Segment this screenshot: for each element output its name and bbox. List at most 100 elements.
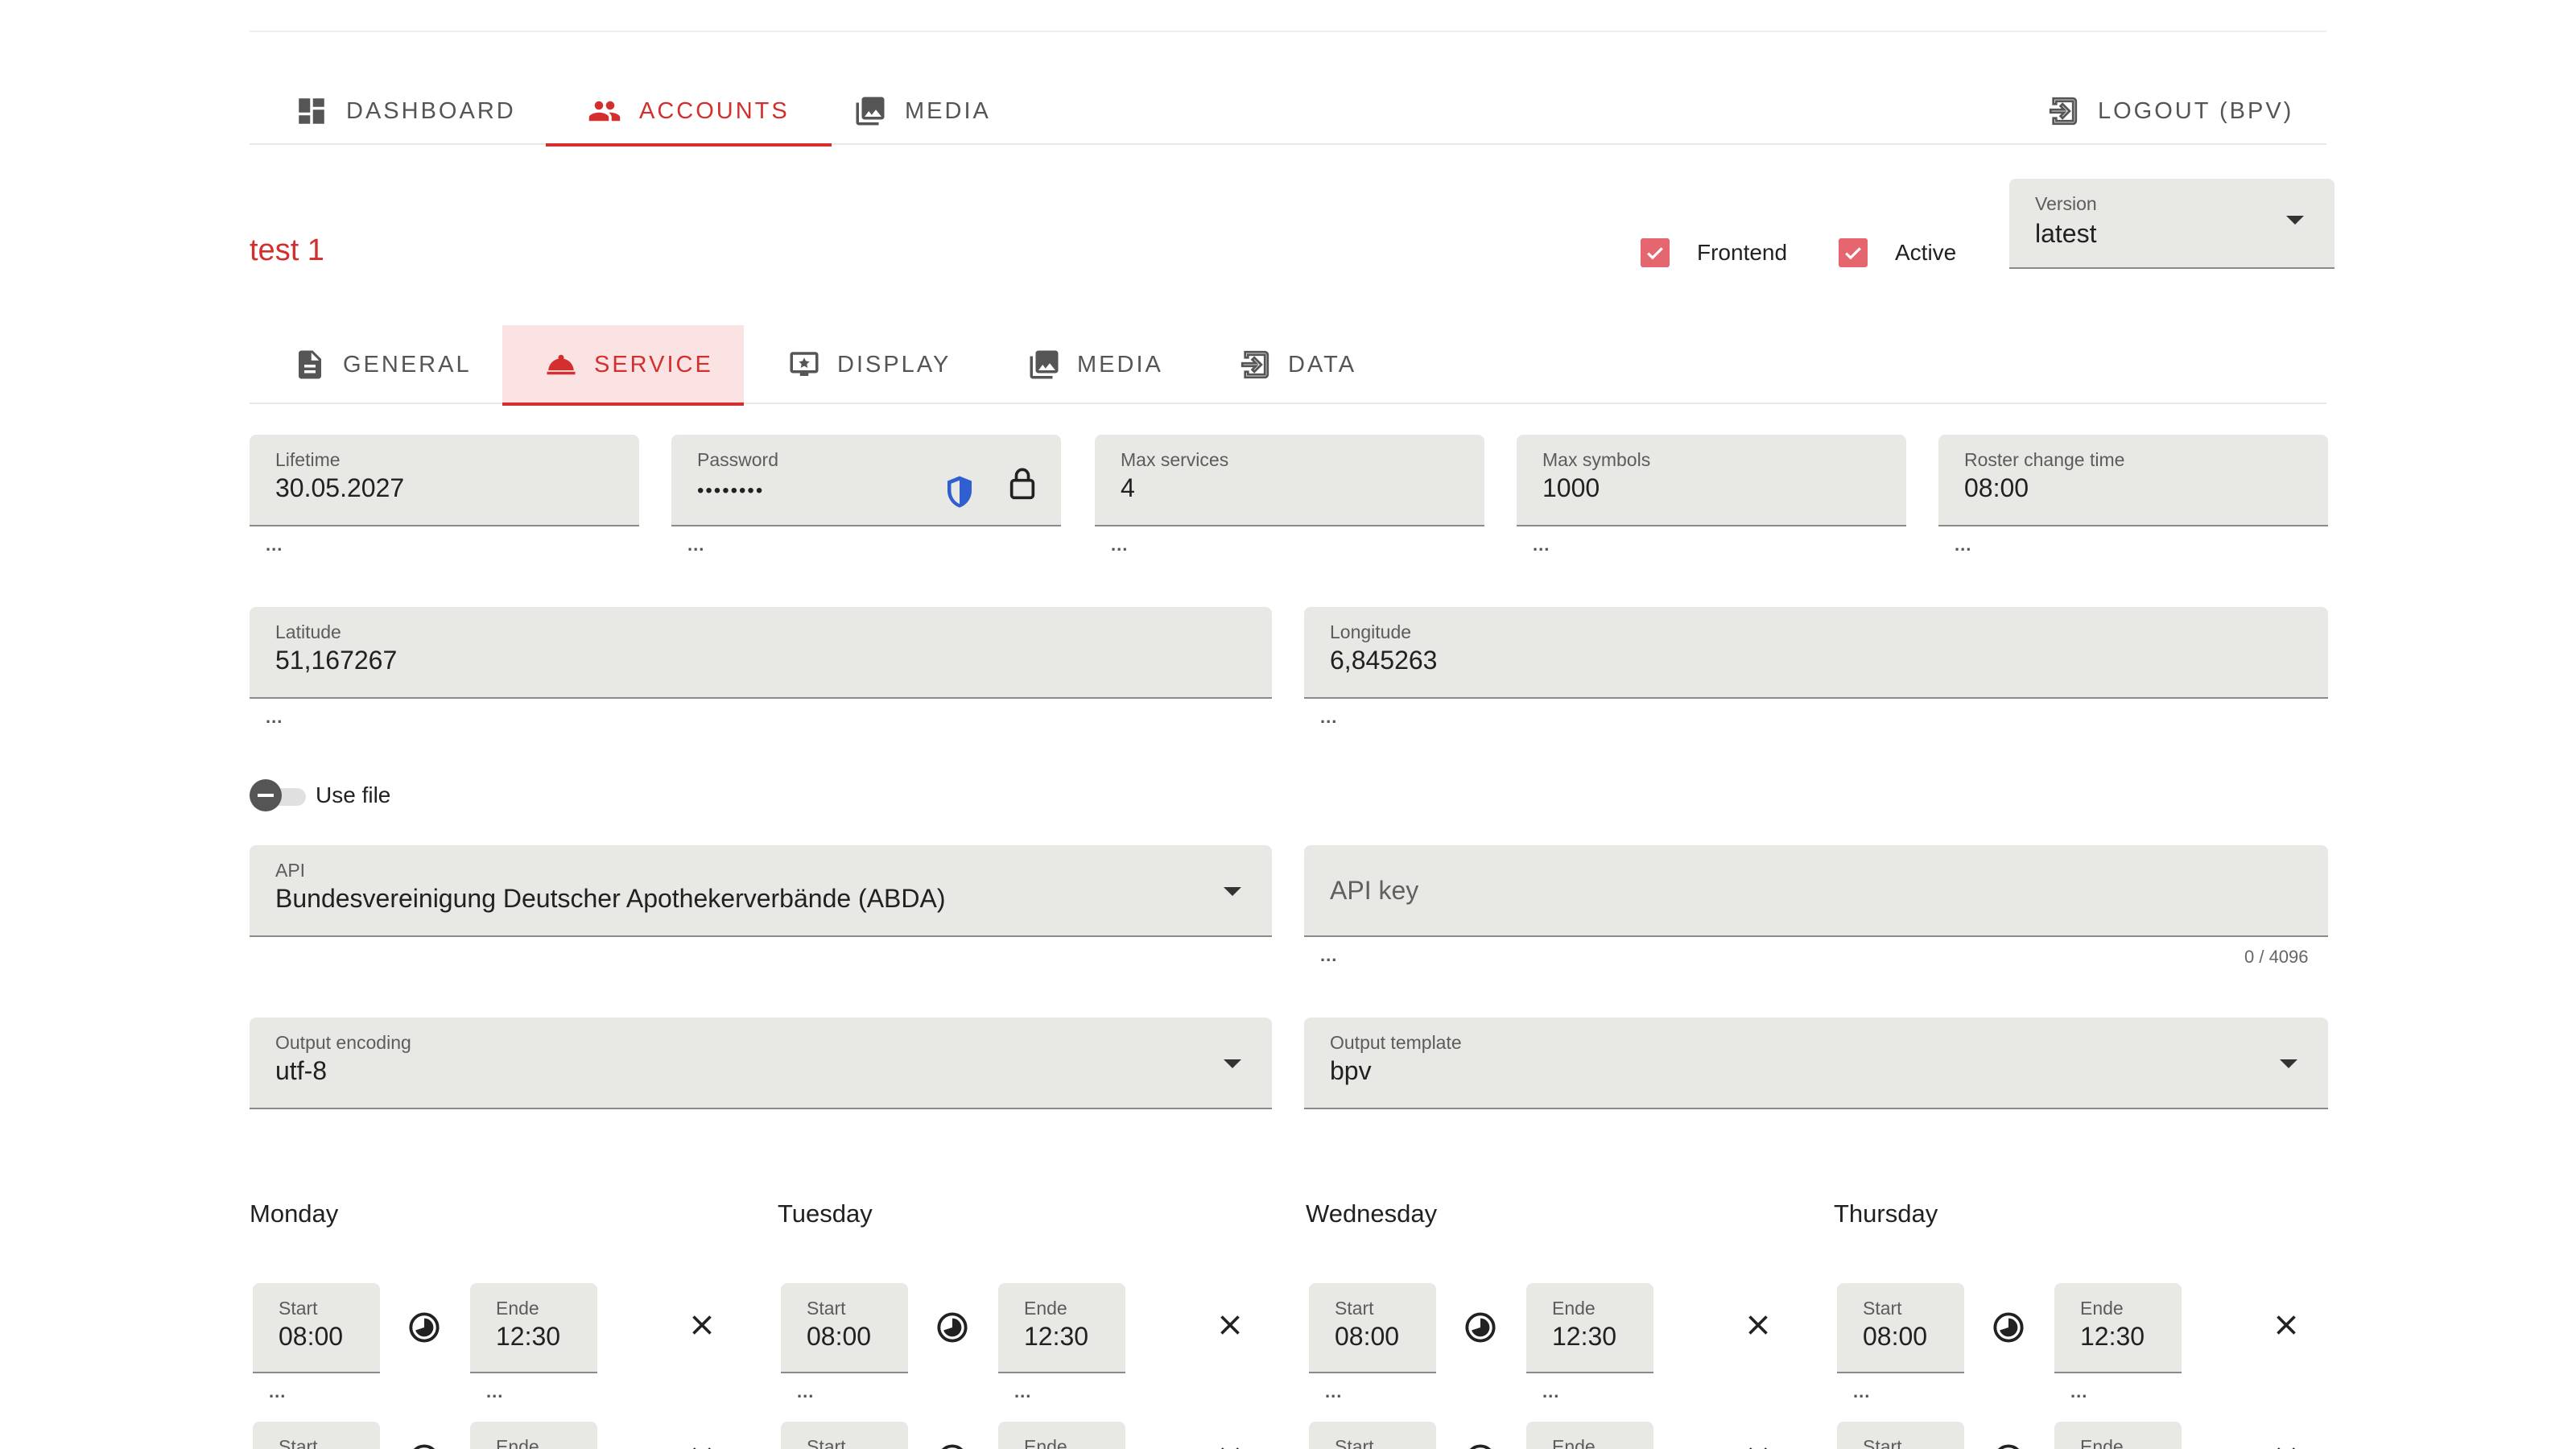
start-time-field[interactable]: Start — [1309, 1422, 1436, 1449]
lock-icon[interactable] — [1006, 465, 1038, 501]
clock-icon[interactable] — [1992, 1311, 2025, 1344]
lifetime-field[interactable]: Lifetime 30.05.2027 — [250, 435, 639, 526]
max-symbols-value: 1000 — [1542, 473, 1600, 502]
output-template-select[interactable]: Output template bpv — [1304, 1018, 2328, 1109]
end-time-label: Ende — [2080, 1436, 2124, 1449]
display-settings-icon — [790, 352, 819, 376]
longitude-label: Longitude — [1330, 621, 1412, 642]
photo-library-icon — [856, 97, 885, 126]
password-value: •••••••• — [697, 480, 765, 502]
start-time-field[interactable]: Start 08:00 — [781, 1283, 908, 1373]
end-time-field[interactable]: Ende — [2054, 1422, 2182, 1449]
clock-icon[interactable] — [935, 1311, 969, 1344]
lifetime-label: Lifetime — [275, 449, 341, 470]
latitude-field[interactable]: Latitude 51,167267 — [250, 607, 1272, 699]
day-title-wednesday: Wednesday — [1306, 1199, 1438, 1228]
roster-change-time-value: 08:00 — [1964, 473, 2029, 502]
output-template-value: bpv — [1330, 1056, 1372, 1085]
start-time-field[interactable]: Start 08:00 — [1837, 1283, 1964, 1373]
field-hint: ... — [2070, 1381, 2088, 1402]
latitude-label: Latitude — [275, 621, 341, 642]
dashboard-icon — [299, 98, 324, 124]
dropdown-arrow-icon — [1224, 1059, 1241, 1068]
tab-general[interactable]: GENERAL — [293, 325, 472, 404]
max-symbols-field[interactable]: Max symbols 1000 — [1517, 435, 1906, 526]
frontend-label: Frontend — [1697, 240, 1788, 265]
end-time-field[interactable]: Ende 12:30 — [2054, 1283, 2182, 1373]
shield-icon[interactable] — [945, 475, 974, 509]
field-hint: ... — [1533, 535, 1550, 555]
end-time-field[interactable]: Ende — [1526, 1422, 1653, 1449]
end-time-label: Ende — [496, 1298, 539, 1319]
end-time-field[interactable]: Ende — [998, 1422, 1125, 1449]
nav-accounts[interactable]: ACCOUNTS — [546, 77, 832, 147]
logout-icon — [2049, 97, 2078, 126]
start-time-field[interactable]: Start — [781, 1422, 908, 1449]
clock-icon[interactable] — [407, 1311, 441, 1344]
end-time-field[interactable]: Ende 12:30 — [998, 1283, 1125, 1373]
nav-logout[interactable]: LOGOUT (BPV) — [2046, 77, 2293, 145]
field-hint: ... — [269, 1381, 287, 1402]
frontend-checkbox[interactable]: Frontend — [1641, 238, 1787, 267]
field-hint: ... — [1014, 1381, 1032, 1402]
use-file-toggle[interactable]: Use file — [250, 779, 390, 811]
nav-media[interactable]: MEDIA — [853, 77, 991, 145]
field-hint: ... — [486, 1381, 504, 1402]
clock-icon[interactable] — [1463, 1443, 1497, 1449]
roster-change-time-field[interactable]: Roster change time 08:00 — [1938, 435, 2328, 526]
password-field[interactable]: Password •••••••• — [671, 435, 1061, 526]
end-time-label: Ende — [1024, 1298, 1067, 1319]
max-services-field[interactable]: Max services 4 — [1095, 435, 1484, 526]
document-icon — [299, 350, 321, 379]
end-time-field[interactable]: Ende — [470, 1422, 597, 1449]
start-time-label: Start — [1863, 1298, 1902, 1319]
start-time-label: Start — [1335, 1436, 1374, 1449]
clock-icon[interactable] — [1992, 1443, 2025, 1449]
start-time-field[interactable]: Start 08:00 — [1309, 1283, 1436, 1373]
tab-media[interactable]: MEDIA — [1027, 325, 1163, 404]
field-hint: ... — [266, 535, 283, 555]
version-select[interactable]: Version latest — [2009, 179, 2334, 269]
field-hint: ... — [687, 535, 705, 555]
toggle-switch[interactable] — [250, 779, 308, 811]
clock-icon[interactable] — [935, 1443, 969, 1449]
field-hint: ... — [797, 1381, 815, 1402]
tab-display-label: DISPLAY — [837, 351, 952, 378]
photo-library-icon — [1030, 350, 1059, 379]
start-time-field[interactable]: Start — [1837, 1422, 1964, 1449]
start-time-label: Start — [1863, 1436, 1902, 1449]
end-time-value: 12:30 — [2080, 1322, 2145, 1351]
remove-slot-close-icon[interactable] — [1216, 1311, 1245, 1340]
clock-icon[interactable] — [407, 1443, 441, 1449]
remove-slot-close-icon[interactable] — [1744, 1311, 1773, 1340]
remove-slot-close-icon[interactable] — [2272, 1443, 2301, 1449]
end-time-label: Ende — [496, 1436, 539, 1449]
output-encoding-select[interactable]: Output encoding utf-8 — [250, 1018, 1272, 1109]
field-hint: ... — [1955, 535, 1972, 555]
api-key-input[interactable]: API key — [1304, 845, 2328, 937]
remove-slot-close-icon[interactable] — [687, 1443, 716, 1449]
tab-data[interactable]: DATA — [1238, 325, 1356, 404]
active-checkbox[interactable]: Active — [1839, 238, 1956, 267]
nav-accounts-label: ACCOUNTS — [639, 97, 790, 124]
remove-slot-close-icon[interactable] — [1216, 1443, 1245, 1449]
start-time-field[interactable]: Start — [253, 1422, 380, 1449]
start-time-field[interactable]: Start 08:00 — [253, 1283, 380, 1373]
start-time-value: 08:00 — [1863, 1322, 1928, 1351]
remove-slot-close-icon[interactable] — [687, 1311, 716, 1340]
remove-slot-close-icon[interactable] — [2272, 1311, 2301, 1340]
api-select[interactable]: API Bundesvereinigung Deutscher Apotheke… — [250, 845, 1272, 937]
nav-dashboard[interactable]: DASHBOARD — [295, 77, 516, 145]
end-time-field[interactable]: Ende 12:30 — [1526, 1283, 1653, 1373]
remove-slot-close-icon[interactable] — [1744, 1443, 1773, 1449]
tab-display[interactable]: DISPLAY — [787, 325, 951, 404]
tab-media-label: MEDIA — [1077, 351, 1163, 378]
tab-service[interactable]: SERVICE — [502, 325, 744, 406]
field-hint: ... — [1542, 1381, 1560, 1402]
clock-icon[interactable] — [1463, 1311, 1497, 1344]
account-title: test 1 — [250, 233, 324, 267]
longitude-field[interactable]: Longitude 6,845263 — [1304, 607, 2328, 699]
end-time-field[interactable]: Ende 12:30 — [470, 1283, 597, 1373]
dropdown-arrow-icon — [2286, 216, 2304, 225]
start-time-value: 08:00 — [279, 1322, 344, 1351]
